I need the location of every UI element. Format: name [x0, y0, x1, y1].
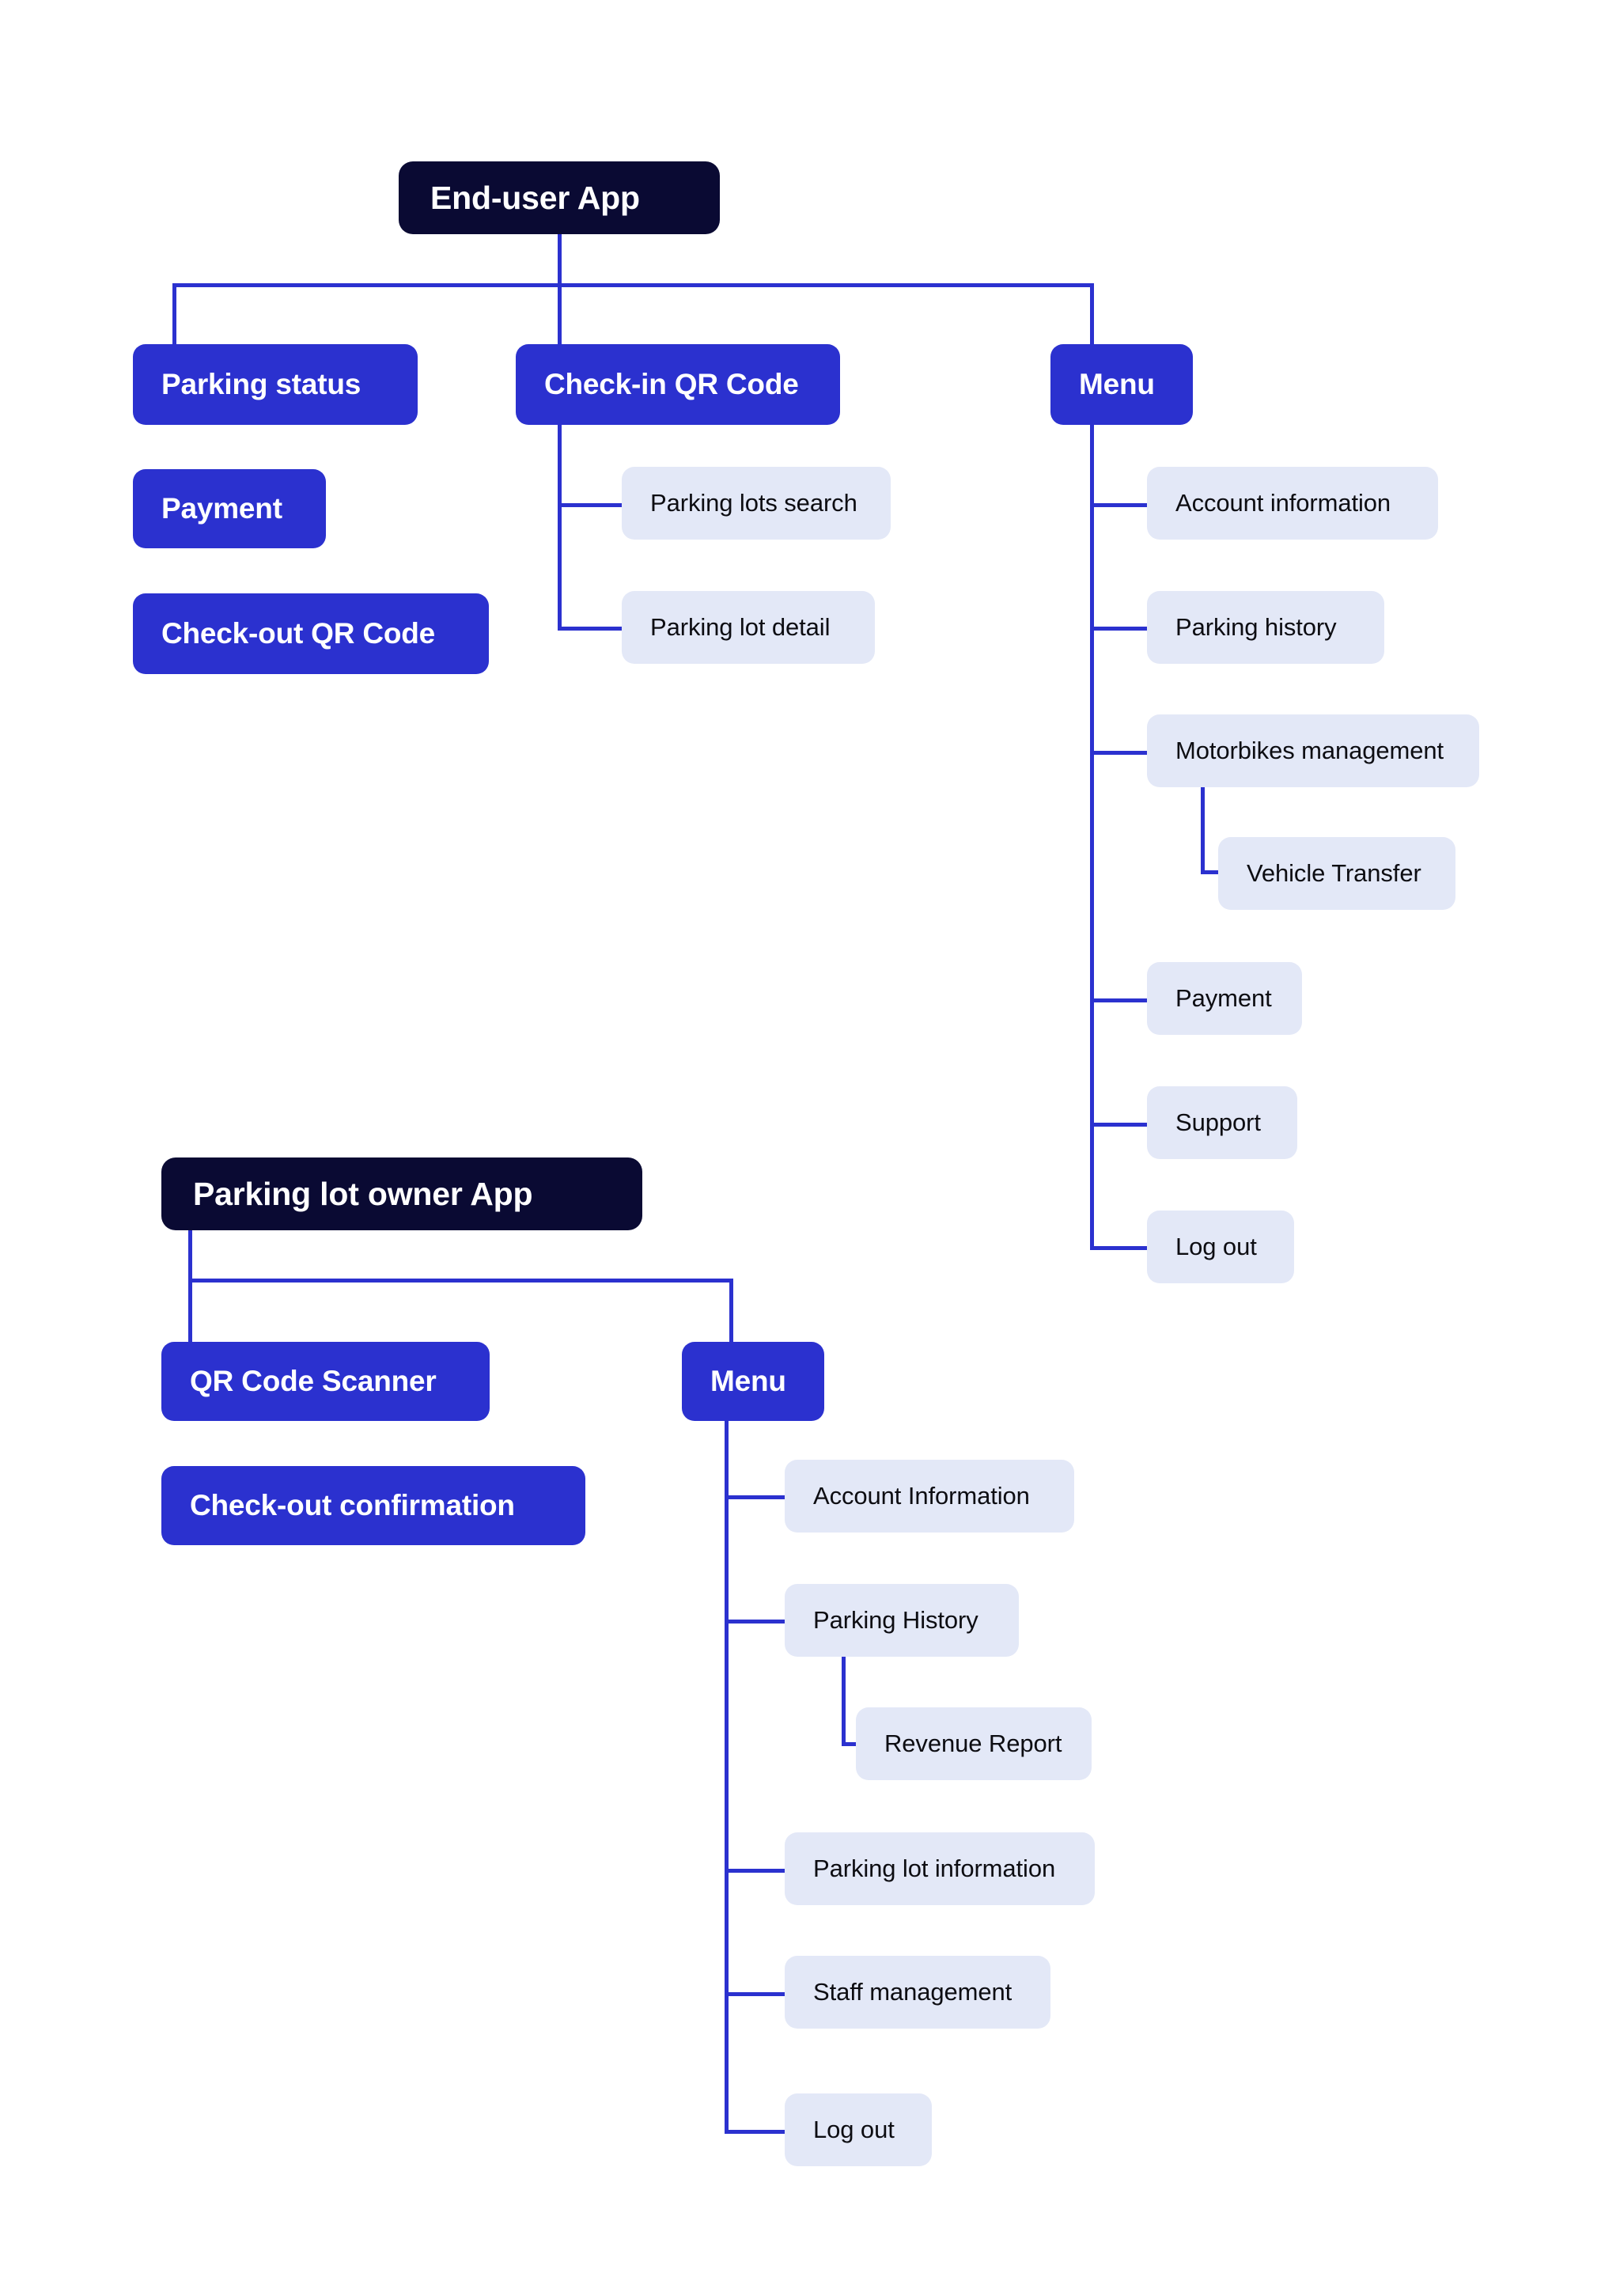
node-label: Vehicle Transfer: [1247, 859, 1421, 887]
connector-menu-to-logout: [1090, 1246, 1149, 1250]
node-parking-lot-detail[interactable]: Parking lot detail: [622, 591, 875, 664]
node-label: Log out: [1175, 1233, 1257, 1260]
node-revenue-report[interactable]: Revenue Report: [856, 1707, 1092, 1780]
node-label: Parking History: [813, 1606, 978, 1634]
node-label: Parking lot detail: [650, 613, 831, 641]
node-label: Account Information: [813, 1482, 1030, 1510]
node-payment-user[interactable]: Payment: [133, 469, 326, 548]
connector-menu-to-account-information: [1090, 503, 1149, 507]
connector-to-menu-user: [1090, 283, 1094, 347]
node-label: Log out: [813, 2116, 895, 2143]
connector-menu-to-parking-history: [1090, 627, 1149, 631]
node-label: Payment: [161, 492, 282, 525]
connector-menu-to-payment: [1090, 998, 1149, 1002]
node-label: End-user App: [430, 179, 640, 216]
node-vehicle-transfer[interactable]: Vehicle Transfer: [1218, 837, 1455, 910]
connector-parking-history-spine: [842, 1657, 846, 1746]
node-parking-lots-search[interactable]: Parking lots search: [622, 467, 891, 540]
connector-owner-root-stem: [188, 1230, 192, 1282]
node-account-information-owner[interactable]: Account Information: [785, 1460, 1074, 1533]
node-label: Menu: [710, 1365, 786, 1397]
connector-owner-menu-to-staff-management: [725, 1992, 788, 1996]
connector-motorbikes-spine: [1201, 787, 1205, 874]
node-label: Parking lot owner App: [193, 1175, 533, 1212]
node-parking-lot-owner-app[interactable]: Parking lot owner App: [161, 1157, 642, 1230]
node-checkin-qr-code[interactable]: Check-in QR Code: [516, 344, 840, 425]
node-end-user-app[interactable]: End-user App: [399, 161, 720, 234]
node-staff-management[interactable]: Staff management: [785, 1956, 1050, 2029]
node-label: Motorbikes management: [1175, 737, 1444, 764]
node-parking-lot-information[interactable]: Parking lot information: [785, 1832, 1095, 1905]
connector-owner-menu-to-parking-history: [725, 1620, 788, 1623]
node-label: Menu: [1079, 368, 1155, 400]
node-label: Revenue Report: [884, 1730, 1062, 1757]
connector-root-bus: [172, 283, 1094, 287]
node-qr-code-scanner[interactable]: QR Code Scanner: [161, 1342, 490, 1421]
connector-owner-menu-to-account-information: [725, 1495, 788, 1499]
connector-checkin-to-lots-search: [558, 503, 625, 507]
node-checkout-confirmation[interactable]: Check-out confirmation: [161, 1466, 585, 1545]
node-label: Account information: [1175, 489, 1391, 517]
node-menu-owner[interactable]: Menu: [682, 1342, 824, 1421]
node-menu-user[interactable]: Menu: [1050, 344, 1193, 425]
node-motorbikes-management[interactable]: Motorbikes management: [1147, 714, 1479, 787]
connector-menu-to-support: [1090, 1123, 1149, 1127]
node-logout-owner[interactable]: Log out: [785, 2093, 932, 2166]
node-payment-menu-user[interactable]: Payment: [1147, 962, 1302, 1035]
node-label: Staff management: [813, 1978, 1012, 2006]
node-support[interactable]: Support: [1147, 1086, 1297, 1159]
connector-to-checkin-qr: [558, 283, 562, 347]
connector-menu-owner-spine: [725, 1421, 729, 2133]
connector-owner-to-qr-scanner: [188, 1279, 192, 1342]
node-label: Parking lot information: [813, 1855, 1056, 1882]
node-parking-history-user[interactable]: Parking history: [1147, 591, 1384, 664]
node-parking-status[interactable]: Parking status: [133, 344, 418, 425]
connector-menu-to-motorbikes-management: [1090, 751, 1149, 755]
connector-checkin-to-lot-detail: [558, 627, 625, 631]
node-parking-history-owner[interactable]: Parking History: [785, 1584, 1019, 1657]
connector-to-parking-status: [172, 283, 176, 347]
node-label: QR Code Scanner: [190, 1365, 437, 1397]
node-logout-user[interactable]: Log out: [1147, 1211, 1294, 1283]
node-label: Payment: [1175, 984, 1272, 1012]
connector-owner-bus: [188, 1279, 733, 1283]
node-label: Check-out confirmation: [190, 1489, 515, 1521]
sitemap-diagram: End-user App Parking status Payment Chec…: [0, 0, 1620, 2296]
node-label: Parking history: [1175, 613, 1337, 641]
node-account-information-user[interactable]: Account information: [1147, 467, 1438, 540]
connector-owner-to-menu: [729, 1279, 733, 1342]
connector-checkin-spine: [558, 425, 562, 631]
node-label: Check-out QR Code: [161, 617, 436, 650]
connector-owner-menu-to-parking-lot-information: [725, 1869, 788, 1873]
node-label: Parking lots search: [650, 489, 857, 517]
connector-owner-menu-to-logout: [725, 2130, 788, 2134]
node-label: Check-in QR Code: [544, 368, 799, 400]
connector-root-stem: [558, 234, 562, 286]
node-label: Support: [1175, 1108, 1261, 1136]
node-checkout-qr-code[interactable]: Check-out QR Code: [133, 593, 489, 674]
node-label: Parking status: [161, 368, 361, 400]
